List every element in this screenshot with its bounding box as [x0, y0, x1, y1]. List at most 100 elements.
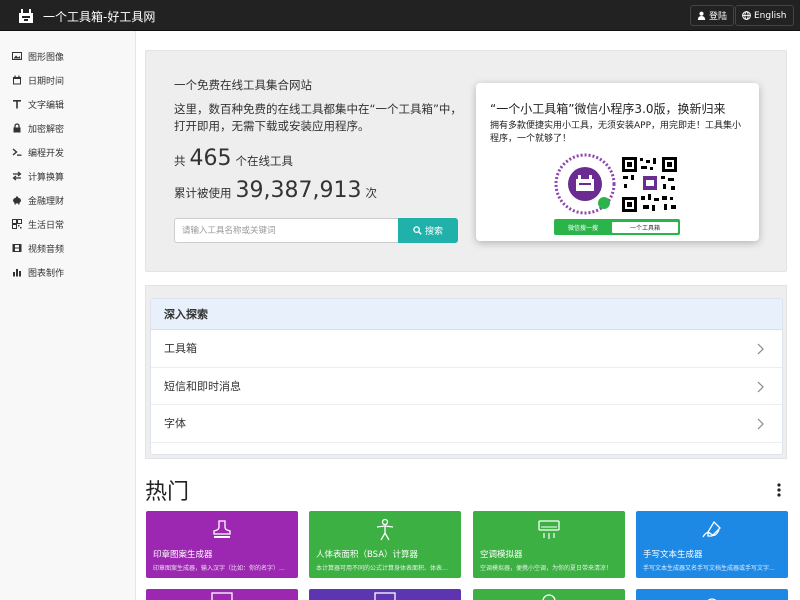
sidebar-item-crypto[interactable]: 加密解密: [12, 118, 64, 138]
search-button[interactable]: 搜索: [398, 218, 458, 243]
hot-card-row2-3[interactable]: [473, 589, 625, 600]
tool-icon: [542, 594, 556, 600]
sidebar-item-label: 文字编辑: [28, 100, 65, 111]
lock-icon: [13, 123, 21, 133]
brand-link[interactable]: 一个工具箱-好工具网: [18, 6, 155, 26]
tool-count-row: 共 465 个在线工具: [174, 146, 293, 171]
hot-section-title: 热门: [145, 480, 190, 505]
sidebar-item-label: 视频音频: [28, 244, 65, 255]
toolbox-logo-icon: [19, 9, 33, 23]
hot-card-bsa[interactable]: 人体表面积（BSA）计算器 本计算器可用不同的公式计算身体表面积、体表...: [309, 511, 461, 578]
site-title: 一个工具箱-好工具网: [43, 9, 156, 24]
sidebar-item-text[interactable]: 文字编辑: [12, 94, 64, 114]
tool-count-value: 465: [189, 146, 232, 171]
search-button-label: 搜索: [424, 227, 443, 237]
search-icon: [413, 226, 422, 235]
explore-heading: 深入探索: [151, 299, 782, 330]
chevron-right-icon: [757, 343, 764, 355]
tool-count-suffix: 个在线工具: [235, 154, 294, 168]
hot-card-aircon[interactable]: 空调模拟器 空调模拟器，便携小空调，为你的夏日带来清凉！: [473, 511, 625, 578]
tool-count-prefix: 共: [174, 154, 186, 168]
card-description: 手写文本生成器又名手写文档生成器或手写文字...: [643, 565, 775, 572]
hero-title: 一个免费在线工具集合网站: [174, 78, 312, 92]
hot-card-row2-2[interactable]: [309, 589, 461, 600]
card-title: 空调模拟器: [480, 550, 523, 560]
tool-icon: [211, 592, 233, 600]
tool-icon: [707, 598, 717, 600]
terminal-icon: [12, 148, 22, 156]
chevron-right-icon: [757, 418, 764, 430]
qrcode-icon: [12, 219, 22, 229]
card-title: 手写文本生成器: [643, 550, 703, 560]
card-title: 人体表面积（BSA）计算器: [316, 550, 419, 560]
promo-text: 拥有多款便捷实用小工具，无须安装APP，用完即走！工具集小程序，一个就够了！: [490, 121, 742, 144]
sidebar-item-calc[interactable]: 计算换算: [12, 166, 64, 186]
explore-item-label: 工具箱: [164, 342, 197, 356]
top-navbar: 一个工具箱-好工具网 登陆 English: [0, 0, 800, 31]
handwriting-icon: [702, 520, 721, 538]
image-icon: [12, 52, 22, 60]
explore-panel: 深入探索 工具箱 短信和即时消息 字体: [145, 285, 787, 459]
wechat-search-label: 微信搜一搜: [568, 224, 599, 232]
login-label: 登陆: [709, 12, 728, 22]
usage-count-value: 39,387,913: [235, 178, 362, 203]
card-title: 印章图案生成器: [153, 550, 213, 560]
hot-card-row2-4[interactable]: [636, 589, 788, 600]
sidebar-item-label: 生活日常: [28, 220, 65, 231]
sidebar-item-label: 日期时间: [28, 76, 65, 87]
card-description: 本计算器可用不同的公式计算身体表面积、体表...: [316, 565, 448, 572]
explore-item-toolbox[interactable]: 工具箱: [151, 330, 782, 368]
wechat-promo-card[interactable]: “一个小工具箱”微信小程序3.0版，换新归来 拥有多款便捷实用小工具，无须安装A…: [476, 83, 759, 241]
explore-item-label: 字体: [164, 417, 186, 431]
bar-chart-icon: [13, 269, 21, 277]
sidebar-item-media[interactable]: 视频音频: [12, 238, 64, 258]
sidebar-item-life[interactable]: 生活日常: [12, 214, 64, 234]
chevron-right-icon: [757, 381, 764, 392]
calendar-icon: [13, 75, 21, 85]
mini-program-code-icon: [554, 153, 616, 215]
card-description: 空调模拟器，便携小空调，为你的夏日带来清凉！: [480, 565, 613, 572]
usage-count-suffix: 次: [365, 186, 377, 200]
globe-icon: [742, 11, 751, 20]
explore-list: 深入探索 工具箱 短信和即时消息 字体: [150, 298, 783, 455]
promo-title: “一个小工具箱”微信小程序3.0版，换新归来: [490, 102, 726, 116]
hero-description: 这里，数百种免费的在线工具都集中在“一个工具箱”中，打开即用，无需下载或安装应用…: [174, 102, 462, 133]
usage-count-prefix: 累计被使用: [174, 186, 232, 200]
film-icon: [12, 244, 22, 252]
wechat-program-name: 一个工具箱: [612, 221, 678, 233]
exchange-icon: [12, 171, 22, 181]
hot-card-handwriting[interactable]: 手写文本生成器 手写文本生成器又名手写文档生成器或手写文字...: [636, 511, 788, 578]
sidebar-item-image[interactable]: 图形图像: [12, 46, 64, 66]
user-icon: [697, 11, 706, 20]
more-options-icon[interactable]: [776, 482, 782, 498]
sidebar-item-label: 金融理财: [28, 196, 65, 207]
piggy-bank-icon: [13, 196, 21, 205]
sidebar-item-finance[interactable]: 金融理财: [12, 190, 64, 210]
sidebar-item-label: 图表制作: [28, 268, 65, 279]
hot-card-stamp[interactable]: 印章图案生成器 印章图案生成器，输入汉字（比如：你的名字）...: [146, 511, 298, 578]
card-description: 印章图案生成器，输入汉字（比如：你的名字）...: [153, 565, 285, 572]
explore-item-label: 短信和即时消息: [164, 379, 241, 393]
sidebar-item-chart[interactable]: 图表制作: [12, 262, 64, 282]
hot-card-row2-1[interactable]: [146, 589, 298, 600]
sidebar-item-label: 加密解密: [28, 124, 65, 135]
login-button[interactable]: 登陆: [690, 5, 735, 26]
qr-code-icon: [621, 156, 678, 213]
hero-panel: 一个免费在线工具集合网站 这里，数百种免费的在线工具都集中在“一个工具箱”中，打…: [145, 50, 787, 272]
tool-icon: [374, 592, 396, 600]
language-button[interactable]: English: [735, 5, 794, 26]
language-label: English: [754, 10, 787, 21]
sidebar-item-label: 编程开发: [28, 148, 65, 159]
person-icon: [376, 518, 394, 541]
explore-item-fonts[interactable]: 字体: [151, 405, 782, 443]
tool-search-input[interactable]: [174, 218, 399, 243]
explore-item-messaging[interactable]: 短信和即时消息: [151, 368, 782, 405]
sidebar-item-dev[interactable]: 编程开发: [12, 142, 64, 162]
sidebar-item-label: 计算换算: [28, 172, 65, 183]
category-sidebar: 图形图像 日期时间 文字编辑 加密解密 编程开发 计算换算 金融理财 生活日常 …: [0, 31, 136, 600]
air-conditioner-icon: [538, 520, 560, 539]
text-icon: [13, 100, 21, 109]
sidebar-item-label: 图形图像: [28, 52, 65, 63]
wechat-search-bar: 微信搜一搜 一个工具箱: [554, 219, 680, 235]
sidebar-item-datetime[interactable]: 日期时间: [12, 70, 64, 90]
